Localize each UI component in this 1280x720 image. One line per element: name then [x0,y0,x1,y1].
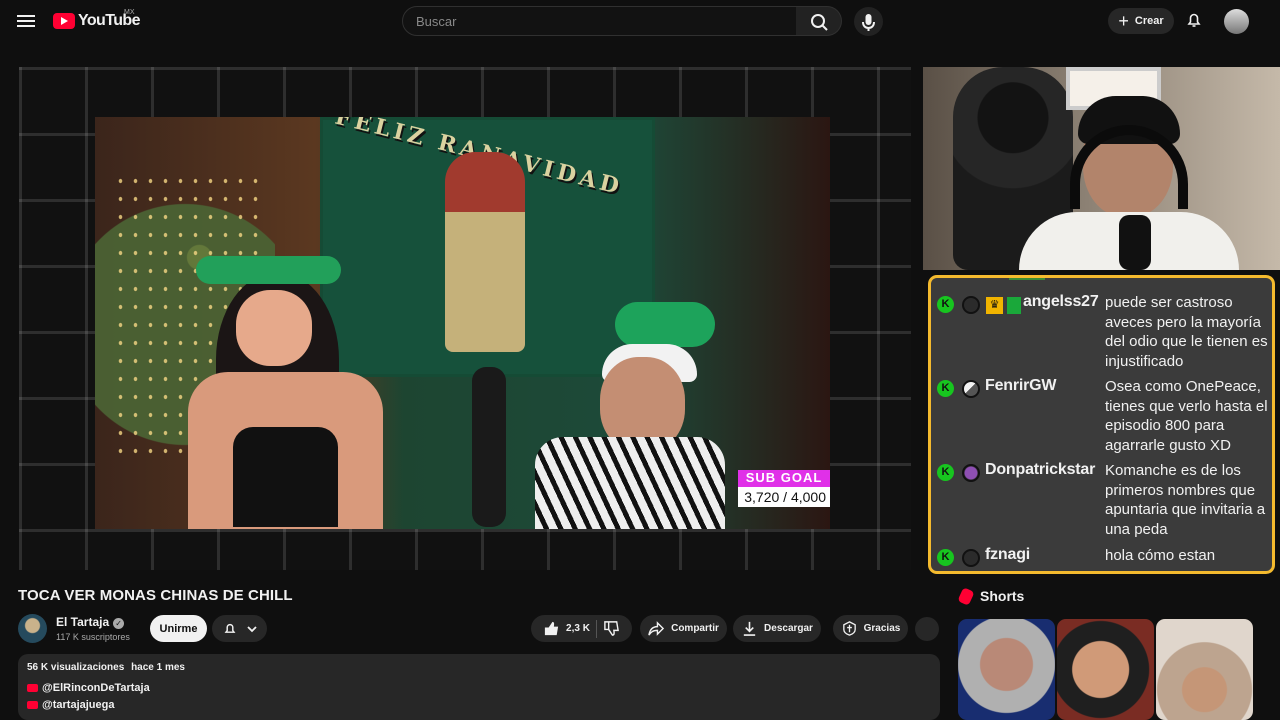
stream-video-frame[interactable]: FELIZ RANAVIDAD SUB GOAL 3,720 / 4,000 [95,117,830,529]
face-shape [236,290,312,366]
thumbs-down-icon[interactable] [603,620,620,637]
youtube-small-icon [27,684,38,692]
download-button[interactable]: Descargar [733,615,821,642]
video-title: TOCA VER MONAS CHINAS DE CHILL [18,587,293,604]
chat-badges: K FenrirGW [937,377,1056,401]
chat-badges: K Donpatrickstar [937,461,1095,485]
chat-username: FenrirGW [985,377,1057,394]
youtube-play-icon [53,13,75,29]
thanks-label: Gracias [863,623,901,634]
create-button[interactable]: + Crear [1108,8,1174,34]
bell-icon [224,623,235,633]
video-player[interactable]: FELIZ RANAVIDAD SUB GOAL 3,720 / 4,000 [19,67,911,570]
channel-name[interactable]: El Tartaja ✓ [56,615,125,629]
like-count[interactable]: 2,3 K [566,623,590,634]
subscription-notification-button[interactable] [212,615,267,642]
top-navigation-bar: YouTube MX + Crear [0,0,1280,42]
user-icon [962,296,980,314]
download-label: Descargar [764,623,813,634]
crown-icon: ♛ [986,297,1003,314]
chat-scroll-remnant [1009,278,1045,280]
short-thumbnail[interactable] [1156,619,1253,720]
live-chat-overlay: K ♛ angelss27 puede ser castroso aveces … [928,275,1275,574]
chat-username: fznagi [985,546,1031,563]
plus-icon: + [1118,11,1129,31]
short-thumbnail[interactable] [958,619,1055,720]
share-label: Compartir [671,623,719,634]
notifications-button[interactable] [1184,10,1204,30]
search-input[interactable] [416,14,786,29]
search-box[interactable] [402,6,797,36]
description-link[interactable]: @ElRinconDeTartaja [27,682,931,694]
menu-icon[interactable] [17,12,35,28]
shorts-header: Shorts [957,586,1025,606]
gift-icon [1007,297,1021,314]
shorts-title: Shorts [980,588,1025,604]
goal-value: 3,720 / 4,000 [738,487,830,507]
chat-badges: K ♛ angelss27 [937,293,1099,317]
channel-avatar[interactable] [18,614,47,643]
thanks-button[interactable]: Gracias [833,615,908,642]
chat-message: K fznagi hola cómo estan [937,546,1267,570]
microphone-stand [472,367,506,527]
kick-icon: K [937,380,954,397]
chat-message: K FenrirGW Osea como OnePeace, tienes qu… [937,377,1268,454]
account-avatar[interactable] [1224,9,1249,34]
streamer-webcam [923,67,1280,270]
frog-hat [615,302,715,347]
striped-shirt [535,437,725,529]
video-description-box[interactable]: 56 K visualizaciones hace 1 mes @ElRinco… [18,654,940,720]
kick-icon: K [937,549,954,566]
button-divider [595,619,597,638]
country-code: MX [124,9,135,16]
publish-date: hace 1 mes [131,662,185,673]
goal-title: SUB GOAL [738,470,830,487]
chat-username: Donpatrickstar [985,461,1096,478]
youtube-small-icon [27,701,38,709]
create-button-label: Crear [1134,15,1164,27]
chat-message-text: hola cómo estan [1105,547,1216,564]
frog-costume-figure [445,152,525,352]
microphone-icon [862,14,875,31]
view-count: 56 K visualizaciones [27,662,125,673]
more-actions-button[interactable] [915,617,939,641]
search-button[interactable] [796,6,842,36]
shorts-icon [957,586,975,606]
thumbs-up-icon[interactable] [543,620,560,637]
webcam-microphone [1119,215,1151,270]
short-thumbnail[interactable] [1057,619,1154,720]
chevron-down-icon [246,625,257,632]
kick-icon: K [937,296,954,313]
chat-message-text: puede ser castroso aveces pero la mayorí… [1105,294,1268,370]
voice-search-button[interactable] [854,7,883,36]
chat-badges: K fznagi [937,546,1030,570]
frog-headband [196,256,341,284]
avatar-icon [962,464,980,482]
user-icon [962,549,980,567]
super-thanks-icon [842,621,856,636]
search-icon [811,14,828,31]
chat-message: K Donpatrickstar Komanche es de los prim… [937,461,1267,538]
like-dislike-group: 2,3 K [531,615,632,642]
black-top [233,427,338,527]
chat-message-text: Komanche es de los primeros nombres que … [1105,462,1266,538]
chat-username: angelss27 [1023,293,1099,310]
join-button[interactable]: Unirme [150,615,207,642]
description-link[interactable]: @tartajajuega [27,699,931,711]
subscriber-goal-overlay: SUB GOAL 3,720 / 4,000 [738,470,830,510]
video-metadata: 56 K visualizaciones hace 1 mes [27,662,931,673]
chat-message-text: Osea como OnePeace, tienes que verlo has… [1105,378,1268,454]
kick-icon: K [937,464,954,481]
wolf-avatar-icon [962,380,980,398]
bell-icon [1187,13,1201,27]
verified-badge-icon: ✓ [113,618,125,629]
share-button[interactable]: Compartir [640,615,727,642]
subscriber-count: 117 K suscriptores [56,632,130,642]
chat-message: K ♛ angelss27 puede ser castroso aveces … [937,293,1268,370]
share-arrow-icon [648,621,665,636]
woman-streamer [178,252,388,529]
download-icon [743,621,756,636]
